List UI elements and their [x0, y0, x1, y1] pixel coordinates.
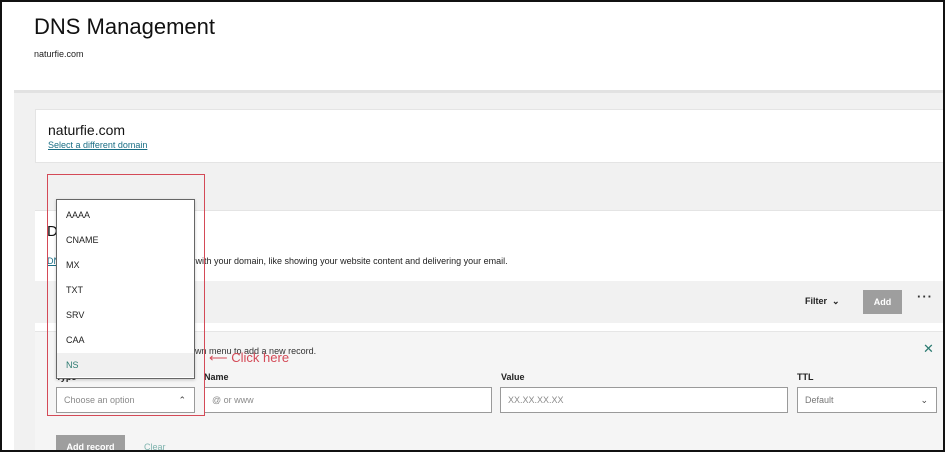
name-label: Name — [204, 372, 229, 382]
filter-button[interactable]: Filter ⌄ — [805, 296, 840, 307]
clear-button[interactable]: Clear — [144, 442, 166, 450]
filter-label: Filter — [805, 296, 828, 306]
chevron-down-icon: ⌄ — [920, 395, 928, 405]
value-input[interactable]: XX.XX.XX.XX — [500, 387, 788, 413]
chevron-down-icon: ⌄ — [829, 296, 840, 306]
screenshot-frame: DNS Management naturfie.com naturfie.com… — [0, 0, 945, 452]
close-icon[interactable]: ✕ — [923, 341, 934, 357]
ttl-label: TTL — [797, 372, 814, 382]
arrow-left-icon: ⟵ — [209, 350, 228, 365]
annotation: ⟵ Click here — [209, 350, 289, 366]
page-subtitle: naturfie.com — [34, 49, 84, 59]
domain-card: naturfie.com Select a different domain — [35, 109, 943, 163]
value-label: Value — [501, 372, 525, 382]
page-title: DNS Management — [34, 14, 215, 39]
add-record-button[interactable]: Add record — [56, 435, 125, 450]
value-input-placeholder: XX.XX.XX.XX — [508, 395, 564, 405]
annotation-highlight-box — [47, 174, 205, 416]
name-input-placeholder: @ or www — [212, 395, 254, 405]
name-input[interactable]: @ or www — [204, 387, 492, 413]
add-button[interactable]: Add — [863, 290, 902, 314]
domain-name: naturfie.com — [48, 122, 126, 138]
more-options-icon[interactable]: ··· — [917, 289, 933, 304]
select-domain-link[interactable]: Select a different domain — [48, 140, 147, 150]
ttl-select-value: Default — [805, 395, 834, 405]
ttl-select[interactable]: Default ⌄ — [797, 387, 937, 413]
annotation-text: Click here — [231, 350, 290, 365]
records-description-text: o with your domain, like showing your we… — [188, 256, 508, 266]
